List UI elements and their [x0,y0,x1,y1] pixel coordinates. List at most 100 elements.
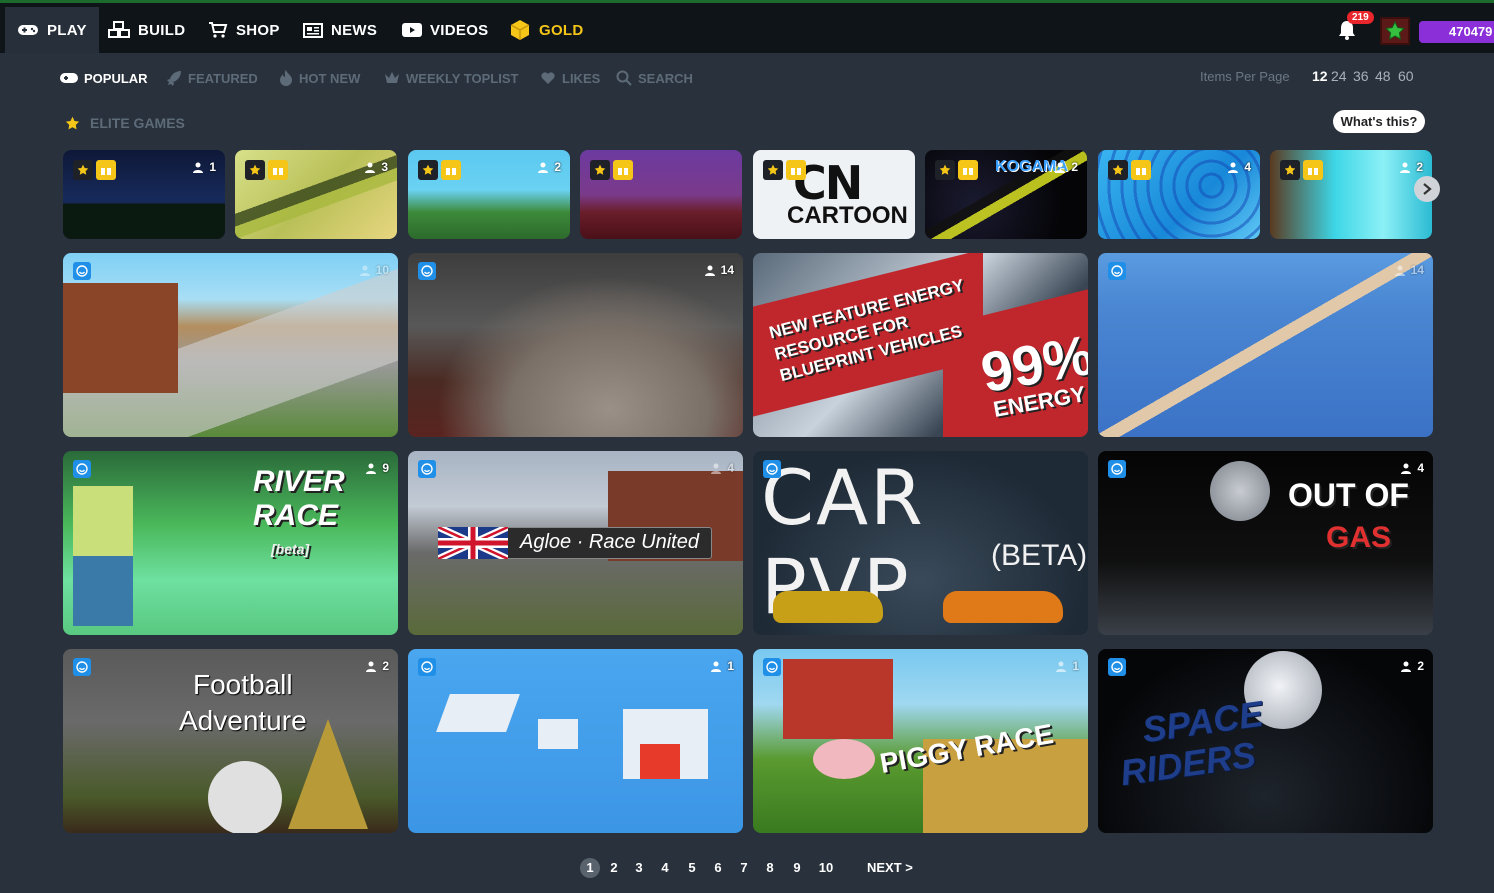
page-10[interactable]: 10 [815,858,837,878]
notification-badge: 219 [1347,11,1374,24]
smile-icon [418,658,436,676]
page-4[interactable]: 4 [656,858,674,878]
play-icon [402,23,422,37]
nav-build-label: BUILD [138,21,186,39]
smile-icon [763,658,781,676]
game-card[interactable]: 10 [63,253,398,437]
elite-game-card[interactable]: 4 [1098,150,1260,239]
elite-game-card[interactable]: KOGAMA 2 [925,150,1087,239]
search-icon [616,70,632,86]
nav-news[interactable]: NEWS [303,7,377,53]
player-count: 2 [538,160,561,174]
gift-icon [268,160,288,180]
user-icon [538,162,549,173]
elite-game-card[interactable]: CN CARTOON [753,150,915,239]
blocks-icon [108,21,130,38]
tab-hot-new-label: HOT NEW [299,70,361,86]
game-card[interactable]: Agloe · Race United 4 [408,451,743,635]
whats-this-button[interactable]: What's this? [1333,110,1425,133]
elite-star-icon [1108,160,1128,180]
player-count: 3 [365,160,388,174]
player-count: 9 [366,461,389,475]
nav-gold[interactable]: GOLD [509,7,584,53]
items-per-page-36[interactable]: 36 [1353,68,1369,84]
player-count: 4 [1228,160,1251,174]
elite-game-card[interactable] [580,150,742,239]
avatar[interactable] [1380,17,1410,45]
nav-videos[interactable]: VIDEOS [402,7,488,53]
elite-games-heading: ELITE GAMES [65,115,185,131]
player-count: 14 [1394,263,1424,277]
gamepad-icon [18,25,38,35]
elite-star-icon [590,160,610,180]
game-card[interactable]: NEW FEATURE ENERGY RESOURCE FOR BLUEPRIN… [753,253,1088,437]
newspaper-icon [303,23,323,38]
tab-popular[interactable]: POPULAR [60,68,148,88]
tab-likes[interactable]: LIKES [540,68,600,88]
elite-star-icon [245,160,265,180]
elite-game-card[interactable]: 1 [63,150,225,239]
flag-icon [436,523,510,563]
tab-weekly-toplist[interactable]: WEEKLY TOPLIST [384,68,518,88]
nav-news-label: NEWS [331,21,378,39]
game-card[interactable]: Football Adventure 2 [63,649,398,833]
tab-featured-label: FEATURED [188,70,258,86]
user-icon [704,265,715,276]
game-card[interactable]: 1 [408,649,743,833]
game-card[interactable]: OUT OF GAS 4 [1098,451,1433,635]
nav-play[interactable]: PLAY [5,7,99,53]
game-card[interactable]: RIVER RACE [beta] 9 [63,451,398,635]
page-1[interactable]: 1 [580,858,600,878]
elite-game-card[interactable]: 3 [235,150,397,239]
nav-build[interactable]: BUILD [108,7,185,53]
elite-game-card[interactable]: 2 [408,150,570,239]
elite-star-icon [935,160,955,180]
items-per-page-12[interactable]: 12 [1312,68,1328,84]
game-subtitle: GAS [1326,521,1392,554]
smile-icon [763,460,781,478]
page-5[interactable]: 5 [683,858,701,878]
nav-videos-label: VIDEOS [430,21,489,39]
user-icon [1055,162,1066,173]
points-counter[interactable]: 470479 [1419,21,1494,43]
items-per-page-24[interactable]: 24 [1331,68,1347,84]
next-page-button[interactable]: NEXT > [867,858,913,878]
player-count: 4 [1401,461,1424,475]
elite-star-icon [1280,160,1300,180]
items-per-page-label: Items Per Page [1200,69,1290,84]
elite-game-card[interactable]: 2 [1270,150,1432,239]
user-icon [193,162,204,173]
user-icon [1400,162,1411,173]
star-icon [65,116,80,129]
tab-featured[interactable]: FEATURED [166,68,258,88]
tab-search[interactable]: SEARCH [616,68,693,88]
page-3[interactable]: 3 [630,858,648,878]
page-9[interactable]: 9 [788,858,806,878]
page-7[interactable]: 7 [735,858,753,878]
page-6[interactable]: 6 [709,858,727,878]
elite-star-icon [418,160,438,180]
elite-star-icon [763,160,783,180]
items-per-page-60[interactable]: 60 [1398,68,1414,84]
game-card[interactable]: CAR PVP (BETA) [753,451,1088,635]
player-count: 2 [1055,160,1078,174]
gift-icon [786,160,806,180]
items-per-page-48[interactable]: 48 [1375,68,1391,84]
nav-shop[interactable]: SHOP [208,7,280,53]
game-card[interactable]: SPACE RIDERS 2 [1098,649,1433,833]
player-count: 1 [711,659,734,673]
game-subtitle: [beta] [271,541,310,557]
game-card[interactable]: PIGGY RACE 1 [753,649,1088,833]
page-8[interactable]: 8 [761,858,779,878]
game-subtitle: (BETA) [991,539,1088,572]
gamepad-icon [60,73,78,83]
smile-icon [73,262,91,280]
tab-hot-new[interactable]: HOT NEW [279,68,360,88]
user-icon [711,661,722,672]
page-2[interactable]: 2 [605,858,623,878]
cart-icon [209,22,228,38]
game-card[interactable]: 14 [408,253,743,437]
player-count: 1 [193,160,216,174]
next-arrow-button[interactable] [1414,176,1440,202]
game-card[interactable]: 14 [1098,253,1433,437]
